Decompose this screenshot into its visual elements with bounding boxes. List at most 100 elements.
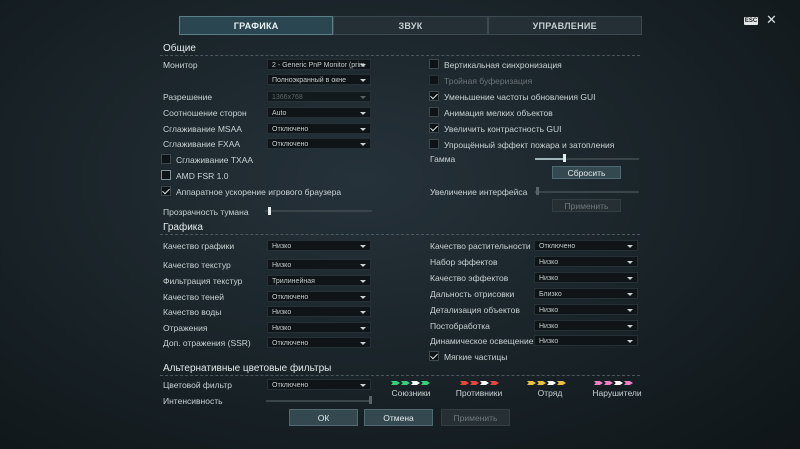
fire-effect-label: Упрощённый эффект пожара и затопления (444, 140, 615, 150)
chevron-down-icon (360, 143, 366, 146)
dropdown-value: Низко (539, 275, 559, 282)
contrast-label: Увеличить контрастность GUI (444, 124, 562, 134)
gamma-label: Гамма (430, 154, 456, 164)
enemies-arrows-icon (460, 381, 499, 385)
triple-buffer-label: Тройная буферизация (444, 76, 533, 86)
object-detail-dropdown[interactable]: Низко (534, 304, 638, 315)
display-mode-value: Полноэкранный в окне (272, 77, 347, 84)
texture-filter-label: Фильтрация текстур (163, 276, 243, 286)
chevron-down-icon (360, 327, 366, 330)
vegetation-quality-label: Качество растительности (430, 241, 531, 251)
shadow-quality-dropdown[interactable]: Отключено (267, 291, 371, 302)
soft-particles-checkbox[interactable] (429, 351, 439, 361)
allies-arrows-icon (391, 381, 430, 385)
violators-arrows-icon (594, 381, 633, 385)
reset-gamma-button[interactable]: Сбросить (552, 166, 621, 179)
ui-scale-slider-track[interactable] (535, 191, 639, 193)
dropdown-value: Низко (272, 309, 292, 316)
contrast-checkbox[interactable] (429, 123, 439, 133)
postprocessing-dropdown[interactable]: Низко (534, 320, 638, 331)
txaa-checkbox[interactable] (161, 154, 171, 164)
apply-scale-button[interactable]: Применить (552, 199, 621, 212)
water-quality-dropdown[interactable]: Низко (267, 306, 371, 317)
chevron-down-icon (360, 384, 366, 387)
ssr-dropdown[interactable]: Отключено (267, 337, 371, 348)
chevron-down-icon (360, 311, 366, 314)
chevron-down-icon (360, 64, 366, 67)
effects-quality-dropdown[interactable]: Низко (534, 272, 638, 283)
effects-quality-label: Качество эффектов (430, 273, 509, 283)
allies-label: Союзники (391, 388, 431, 398)
ok-button[interactable]: ОК (289, 409, 358, 426)
fxaa-value: Отключено (272, 141, 309, 148)
dropdown-value: Низко (539, 259, 559, 266)
vsync-label: Вертикальная синхронизация (444, 60, 562, 70)
enemies-label: Противники (455, 388, 503, 398)
close-icon[interactable]: ✕ (766, 13, 777, 27)
vegetation-quality-dropdown[interactable]: Отключено (534, 240, 638, 251)
color-filter-dropdown[interactable]: Отключено (267, 379, 371, 390)
section-title-filters: Альтернативные цветовые фильтры (163, 363, 332, 374)
dropdown-value: Низко (272, 243, 292, 250)
squad-arrows-icon (527, 381, 566, 385)
fxaa-label: Сглаживание FXAA (163, 139, 241, 149)
vsync-checkbox[interactable] (429, 59, 439, 69)
intensity-slider-handle[interactable] (369, 396, 372, 404)
intensity-label: Интенсивность (163, 396, 223, 406)
reflections-label: Отражения (163, 323, 208, 333)
animation-checkbox[interactable] (429, 107, 439, 117)
cancel-button[interactable]: Отмена (364, 409, 433, 426)
fog-slider-track[interactable] (265, 210, 372, 212)
tab-graphics[interactable]: ГРАФИКА (179, 16, 334, 35)
monitor-dropdown[interactable]: 2 - Generic PnP Monitor (prim (267, 59, 371, 70)
tab-sound[interactable]: ЗВУК (333, 16, 488, 35)
color-filter-label: Цветовой фильтр (163, 380, 233, 390)
texture-filter-dropdown[interactable]: Трилинейная (267, 275, 371, 286)
chevron-down-icon (627, 325, 633, 328)
tab-controls[interactable]: УПРАВЛЕНИЕ (487, 16, 642, 35)
effects-set-label: Набор эффектов (430, 257, 498, 267)
fog-label: Прозрачность тумана (163, 207, 249, 217)
color-filter-value: Отключено (272, 382, 309, 389)
dropdown-value: Трилинейная (272, 278, 315, 285)
resolution-dropdown[interactable]: 1366x768 (267, 91, 371, 102)
chevron-down-icon (360, 342, 366, 345)
object-detail-label: Детализация объектов (430, 305, 520, 315)
dropdown-value: Отключено (272, 340, 309, 347)
ssr-label: Доп. отражения (SSR) (163, 338, 251, 348)
chevron-down-icon (360, 128, 366, 131)
ui-scale-slider-handle[interactable] (536, 187, 539, 195)
fxaa-dropdown[interactable]: Отключено (267, 138, 371, 149)
dynamic-lighting-dropdown[interactable]: Низко (534, 335, 638, 346)
gui-rate-checkbox[interactable] (429, 91, 439, 101)
section-divider (160, 375, 640, 376)
gamma-slider-handle[interactable] (563, 154, 566, 162)
txaa-label: Сглаживание TXAA (176, 155, 254, 165)
tab-bar: ГРАФИКА ЗВУК УПРАВЛЕНИЕ (179, 16, 642, 35)
texture-quality-label: Качество текстур (163, 260, 231, 270)
water-quality-label: Качество воды (163, 307, 222, 317)
chevron-down-icon (627, 293, 633, 296)
draw-distance-dropdown[interactable]: Близко (534, 288, 638, 299)
fire-effect-checkbox[interactable] (429, 139, 439, 149)
section-divider (160, 55, 640, 56)
texture-quality-dropdown[interactable]: Низко (267, 259, 371, 270)
chevron-down-icon (627, 340, 633, 343)
reflections-dropdown[interactable]: Низко (267, 322, 371, 333)
resolution-value: 1366x768 (272, 94, 303, 101)
intensity-slider-track[interactable] (266, 400, 372, 402)
graphics-quality-dropdown[interactable]: Низко (267, 240, 371, 251)
aspect-dropdown[interactable]: Auto (267, 107, 371, 118)
browser-accel-label: Аппаратное ускорение игрового браузера (176, 187, 342, 197)
apply-button[interactable]: Применить (441, 409, 510, 426)
msaa-dropdown[interactable]: Отключено (267, 123, 371, 134)
triple-buffer-checkbox[interactable] (429, 75, 439, 85)
fsr-checkbox[interactable] (161, 170, 171, 180)
effects-set-dropdown[interactable]: Низко (534, 256, 638, 267)
fog-slider-handle[interactable] (268, 207, 271, 215)
dynamic-lighting-label: Динамическое освещение (430, 336, 534, 346)
display-mode-dropdown[interactable]: Полноэкранный в окне (267, 74, 371, 85)
browser-accel-checkbox[interactable] (161, 186, 171, 196)
aspect-label: Соотношение сторон (163, 108, 247, 118)
msaa-label: Сглаживание MSAA (163, 124, 242, 134)
